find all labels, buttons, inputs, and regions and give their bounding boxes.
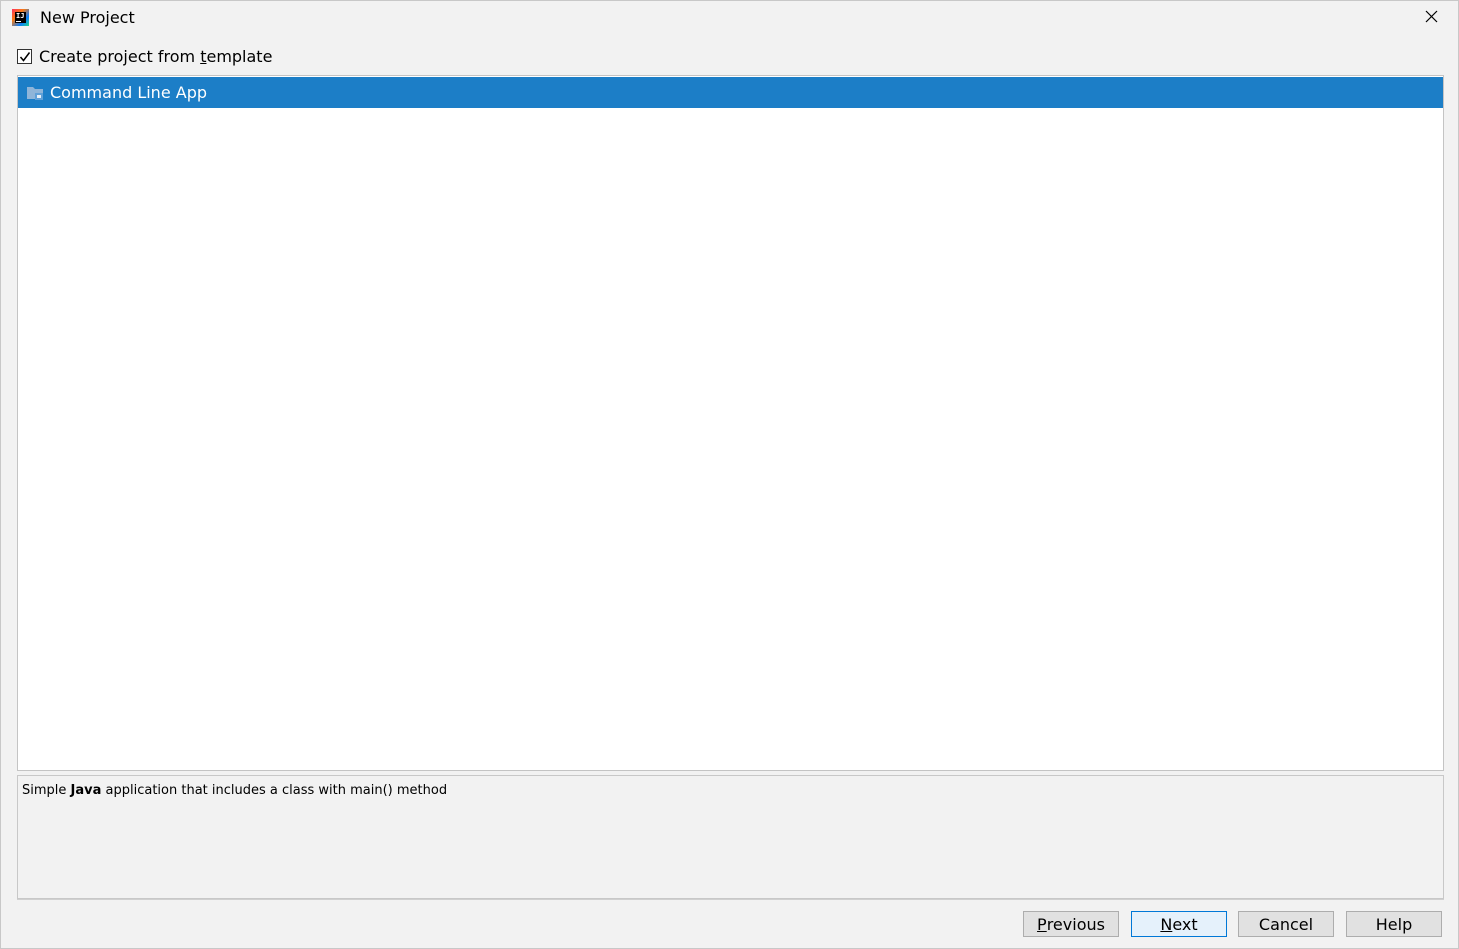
checkmark-icon	[19, 51, 31, 62]
folder-icon	[26, 85, 44, 101]
template-description: Simple Java application that includes a …	[22, 783, 448, 798]
create-from-template-row[interactable]: Create project from template	[17, 46, 272, 66]
next-button[interactable]: Next	[1131, 911, 1227, 937]
help-button[interactable]: Help	[1346, 911, 1442, 937]
template-item-command-line-app[interactable]: Command Line App	[18, 77, 1443, 108]
create-from-template-label: Create project from template	[39, 46, 273, 66]
title-bar: IJ New Project	[1, 1, 1458, 35]
divider	[17, 899, 1444, 900]
new-project-dialog: IJ New Project Create project from templ…	[0, 0, 1459, 949]
intellij-idea-icon: IJ	[12, 9, 29, 26]
template-list[interactable]: Command Line App	[17, 75, 1444, 771]
close-button[interactable]	[1418, 5, 1444, 29]
template-description-panel: Simple Java application that includes a …	[17, 775, 1444, 899]
window-title: New Project	[40, 8, 135, 27]
template-item-label: Command Line App	[50, 83, 208, 102]
close-icon	[1425, 10, 1438, 23]
previous-button[interactable]: Previous	[1023, 911, 1119, 937]
create-from-template-checkbox[interactable]	[17, 48, 32, 64]
cancel-button[interactable]: Cancel	[1238, 911, 1334, 937]
